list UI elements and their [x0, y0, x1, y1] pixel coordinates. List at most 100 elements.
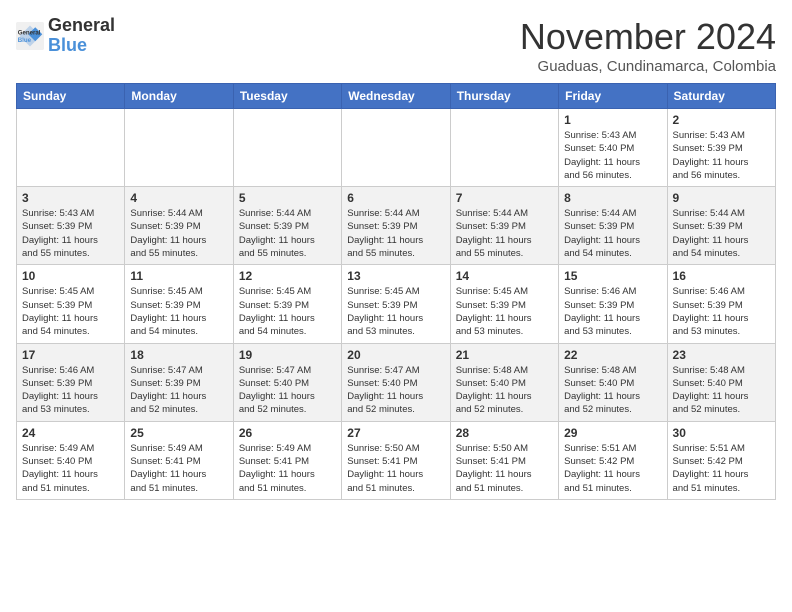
calendar-cell: 25 Sunrise: 5:49 AM Sunset: 5:41 PM Dayli… [125, 421, 233, 499]
calendar-cell: 20 Sunrise: 5:47 AM Sunset: 5:40 PM Dayli… [342, 343, 450, 421]
calendar-cell: 30Sunrise: 5:51 AM Sunset: 5:42 PM Dayli… [667, 421, 775, 499]
calendar-cell: 5 Sunrise: 5:44 AM Sunset: 5:39 PM Daylig… [233, 187, 341, 265]
day-number: 13 [347, 269, 444, 283]
calendar-cell: 19 Sunrise: 5:47 AM Sunset: 5:40 PM Dayli… [233, 343, 341, 421]
calendar-cell: 24Sunrise: 5:49 AM Sunset: 5:40 PM Dayli… [17, 421, 125, 499]
day-info: Sunrise: 5:47 AM Sunset: 5:40 PM Dayligh… [347, 364, 444, 417]
weekday-header: Saturday [667, 84, 775, 109]
day-number: 5 [239, 191, 336, 205]
logo: General Blue GeneralBlue [16, 16, 115, 56]
calendar-week-row: 17Sunrise: 5:46 AM Sunset: 5:39 PM Dayli… [17, 343, 776, 421]
day-info: Sunrise: 5:45 AM Sunset: 5:39 PM Dayligh… [130, 285, 227, 338]
calendar-week-row: 10 Sunrise: 5:45 AM Sunset: 5:39 PM Dayli… [17, 265, 776, 343]
weekday-header: Friday [559, 84, 667, 109]
calendar-cell: 28 Sunrise: 5:50 AM Sunset: 5:41 PM Dayli… [450, 421, 558, 499]
day-number: 24 [22, 426, 119, 440]
weekday-header-row: SundayMondayTuesdayWednesdayThursdayFrid… [17, 84, 776, 109]
day-info: Sunrise: 5:51 AM Sunset: 5:42 PM Dayligh… [564, 442, 661, 495]
title-block: November 2024 Guaduas, Cundinamarca, Col… [520, 16, 776, 75]
calendar-cell: 1 Sunrise: 5:43 AM Sunset: 5:40 PM Daylig… [559, 109, 667, 187]
day-number: 30 [673, 426, 770, 440]
calendar-cell: 18 Sunrise: 5:47 AM Sunset: 5:39 PM Dayli… [125, 343, 233, 421]
day-info: Sunrise: 5:49 AM Sunset: 5:41 PM Dayligh… [239, 442, 336, 495]
day-number: 23 [673, 348, 770, 362]
calendar-cell: 22Sunrise: 5:48 AM Sunset: 5:40 PM Dayli… [559, 343, 667, 421]
calendar-cell: 4 Sunrise: 5:44 AM Sunset: 5:39 PM Daylig… [125, 187, 233, 265]
day-number: 8 [564, 191, 661, 205]
calendar-table: SundayMondayTuesdayWednesdayThursdayFrid… [16, 83, 776, 500]
day-info: Sunrise: 5:44 AM Sunset: 5:39 PM Dayligh… [347, 207, 444, 260]
day-info: Sunrise: 5:50 AM Sunset: 5:41 PM Dayligh… [347, 442, 444, 495]
day-number: 27 [347, 426, 444, 440]
calendar-cell: 13Sunrise: 5:45 AM Sunset: 5:39 PM Dayli… [342, 265, 450, 343]
weekday-header: Thursday [450, 84, 558, 109]
day-info: Sunrise: 5:45 AM Sunset: 5:39 PM Dayligh… [239, 285, 336, 338]
day-info: Sunrise: 5:50 AM Sunset: 5:41 PM Dayligh… [456, 442, 553, 495]
day-number: 10 [22, 269, 119, 283]
day-number: 9 [673, 191, 770, 205]
day-number: 12 [239, 269, 336, 283]
day-info: Sunrise: 5:48 AM Sunset: 5:40 PM Dayligh… [673, 364, 770, 417]
day-info: Sunrise: 5:44 AM Sunset: 5:39 PM Dayligh… [673, 207, 770, 260]
day-number: 20 [347, 348, 444, 362]
day-number: 6 [347, 191, 444, 205]
day-info: Sunrise: 5:46 AM Sunset: 5:39 PM Dayligh… [564, 285, 661, 338]
calendar-cell: 2Sunrise: 5:43 AM Sunset: 5:39 PM Daylig… [667, 109, 775, 187]
calendar-cell [233, 109, 341, 187]
day-number: 18 [130, 348, 227, 362]
calendar-cell: 23 Sunrise: 5:48 AM Sunset: 5:40 PM Dayli… [667, 343, 775, 421]
calendar-cell: 26 Sunrise: 5:49 AM Sunset: 5:41 PM Dayli… [233, 421, 341, 499]
calendar-week-row: 1 Sunrise: 5:43 AM Sunset: 5:40 PM Daylig… [17, 109, 776, 187]
calendar-cell: 14 Sunrise: 5:45 AM Sunset: 5:39 PM Dayli… [450, 265, 558, 343]
day-number: 28 [456, 426, 553, 440]
logo-text: GeneralBlue [48, 16, 115, 56]
day-number: 2 [673, 113, 770, 127]
day-info: Sunrise: 5:44 AM Sunset: 5:39 PM Dayligh… [130, 207, 227, 260]
svg-text:General: General [18, 29, 41, 36]
weekday-header: Tuesday [233, 84, 341, 109]
day-number: 15 [564, 269, 661, 283]
calendar-cell: 10 Sunrise: 5:45 AM Sunset: 5:39 PM Dayli… [17, 265, 125, 343]
day-number: 14 [456, 269, 553, 283]
day-number: 16 [673, 269, 770, 283]
day-number: 1 [564, 113, 661, 127]
calendar-cell: 16 Sunrise: 5:46 AM Sunset: 5:39 PM Dayli… [667, 265, 775, 343]
day-info: Sunrise: 5:48 AM Sunset: 5:40 PM Dayligh… [456, 364, 553, 417]
day-info: Sunrise: 5:46 AM Sunset: 5:39 PM Dayligh… [22, 364, 119, 417]
day-info: Sunrise: 5:43 AM Sunset: 5:39 PM Dayligh… [22, 207, 119, 260]
calendar-week-row: 24Sunrise: 5:49 AM Sunset: 5:40 PM Dayli… [17, 421, 776, 499]
day-info: Sunrise: 5:48 AM Sunset: 5:40 PM Dayligh… [564, 364, 661, 417]
calendar-cell: 8 Sunrise: 5:44 AM Sunset: 5:39 PM Daylig… [559, 187, 667, 265]
day-info: Sunrise: 5:47 AM Sunset: 5:40 PM Dayligh… [239, 364, 336, 417]
day-info: Sunrise: 5:44 AM Sunset: 5:39 PM Dayligh… [456, 207, 553, 260]
day-number: 3 [22, 191, 119, 205]
day-info: Sunrise: 5:46 AM Sunset: 5:39 PM Dayligh… [673, 285, 770, 338]
calendar-cell: 15 Sunrise: 5:46 AM Sunset: 5:39 PM Dayli… [559, 265, 667, 343]
day-info: Sunrise: 5:49 AM Sunset: 5:41 PM Dayligh… [130, 442, 227, 495]
calendar-cell: 21 Sunrise: 5:48 AM Sunset: 5:40 PM Dayli… [450, 343, 558, 421]
calendar-cell [342, 109, 450, 187]
weekday-header: Wednesday [342, 84, 450, 109]
svg-text:Blue: Blue [18, 37, 32, 44]
day-number: 29 [564, 426, 661, 440]
day-number: 4 [130, 191, 227, 205]
day-info: Sunrise: 5:44 AM Sunset: 5:39 PM Dayligh… [239, 207, 336, 260]
day-number: 19 [239, 348, 336, 362]
calendar-week-row: 3 Sunrise: 5:43 AM Sunset: 5:39 PM Daylig… [17, 187, 776, 265]
day-info: Sunrise: 5:43 AM Sunset: 5:40 PM Dayligh… [564, 129, 661, 182]
calendar-cell: 3 Sunrise: 5:43 AM Sunset: 5:39 PM Daylig… [17, 187, 125, 265]
day-info: Sunrise: 5:45 AM Sunset: 5:39 PM Dayligh… [22, 285, 119, 338]
calendar-cell [450, 109, 558, 187]
weekday-header: Sunday [17, 84, 125, 109]
day-info: Sunrise: 5:45 AM Sunset: 5:39 PM Dayligh… [456, 285, 553, 338]
day-info: Sunrise: 5:47 AM Sunset: 5:39 PM Dayligh… [130, 364, 227, 417]
calendar-cell: 6 Sunrise: 5:44 AM Sunset: 5:39 PM Daylig… [342, 187, 450, 265]
day-number: 26 [239, 426, 336, 440]
day-number: 11 [130, 269, 227, 283]
calendar-cell [17, 109, 125, 187]
page-header: General Blue GeneralBlue November 2024 G… [16, 16, 776, 75]
day-number: 21 [456, 348, 553, 362]
day-number: 25 [130, 426, 227, 440]
day-info: Sunrise: 5:44 AM Sunset: 5:39 PM Dayligh… [564, 207, 661, 260]
calendar-cell: 9 Sunrise: 5:44 AM Sunset: 5:39 PM Daylig… [667, 187, 775, 265]
